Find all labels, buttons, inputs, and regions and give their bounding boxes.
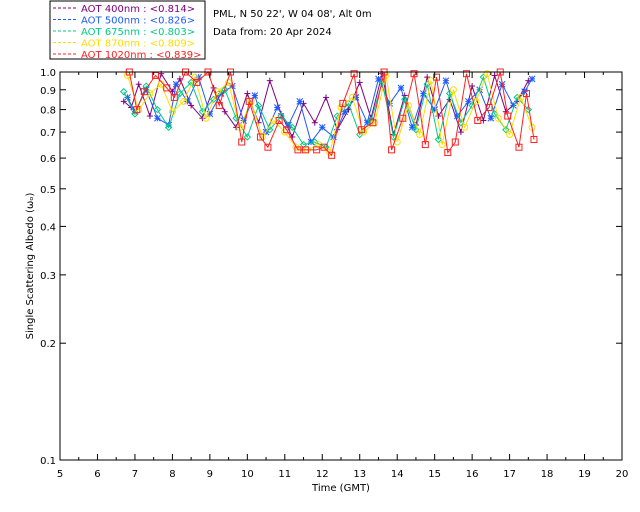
legend-entry: AOT 400nm : <0.814> <box>81 4 195 15</box>
date-label: Data from: 20 Apr 2024 <box>213 27 332 38</box>
chart: 5 6 7 8 9 10 11 12 13 14 15 16 17 18 19 20 0.1 0.2 0.3 0.4 0… <box>25 0 628 494</box>
x-tick-label: 17 <box>503 469 516 480</box>
x-tick-label: 15 <box>428 469 441 480</box>
x-tick-label: 16 <box>466 469 479 480</box>
data-point-plus <box>356 79 363 86</box>
data-point-plus <box>266 77 273 84</box>
plot-frame <box>59 71 623 461</box>
y-tick-label: 0.9 <box>40 86 56 97</box>
x-axis-label: Time (GMT) <box>311 483 370 494</box>
x-tick-label: 12 <box>316 469 329 480</box>
data-point-star <box>397 84 405 92</box>
x-tick-label: 20 <box>616 469 629 480</box>
x-tick-label: 6 <box>94 469 100 480</box>
y-tick-label: 0.3 <box>40 271 56 282</box>
x-tick-label: 5 <box>57 469 63 480</box>
x-tick-label: 9 <box>207 469 213 480</box>
y-tick-label: 1.0 <box>40 68 56 79</box>
x-tick-label: 19 <box>578 469 591 480</box>
legend-entry: AOT 1020nm : <0.839> <box>81 50 201 61</box>
legend-entry: AOT 675nm : <0.803> <box>81 27 195 38</box>
data-point-star <box>273 104 281 111</box>
location-label: PML, N 50 22', W 04 08', Alt 0m <box>213 9 372 20</box>
data-point-plus <box>491 72 498 79</box>
data-point-star <box>318 124 326 131</box>
data-point-plus <box>311 119 318 126</box>
x-tick-label: 7 <box>132 469 138 480</box>
data-point-star <box>172 80 180 88</box>
x-tick-label: 18 <box>541 469 554 480</box>
data-point-star <box>251 92 259 99</box>
data-point-plus <box>424 74 431 81</box>
y-tick-label: 0.5 <box>40 185 56 196</box>
data-point-plus <box>323 94 330 101</box>
series-line <box>123 75 529 148</box>
data-point-plus <box>135 81 142 88</box>
data-point-star <box>296 98 304 105</box>
legend: AOT 400nm : <0.814>AOT 500nm : <0.826>AO… <box>49 0 206 61</box>
x-tick-label: 11 <box>278 469 291 480</box>
series-4 <box>123 70 536 157</box>
y-tick-label: 0.7 <box>40 128 56 139</box>
y-tick-label: 0.2 <box>40 339 56 350</box>
y-tick-label: 0.8 <box>40 106 56 117</box>
y-axis-label: Single Scattering Albedo (ωₒ) <box>25 193 36 340</box>
data-point-plus <box>480 117 487 124</box>
data-point-star <box>442 77 450 84</box>
legend-entry: AOT 870nm : <0.809> <box>81 39 195 50</box>
legend-entry: AOT 500nm : <0.826> <box>81 16 195 27</box>
data-point-plus <box>146 113 153 120</box>
x-tick-label: 8 <box>169 469 175 480</box>
data-point-plus <box>244 90 251 97</box>
y-tick-label: 0.1 <box>40 456 56 467</box>
data-point-star <box>487 114 495 122</box>
data-point-star <box>154 114 161 122</box>
data-point-star <box>528 75 536 83</box>
axes: 5 6 7 8 9 10 11 12 13 14 15 16 17 18 19 20 0.1 0.2 0.3 0.4 0… <box>40 68 628 480</box>
x-tick-label: 13 <box>353 469 366 480</box>
x-tick-label: 10 <box>241 469 254 480</box>
y-tick-label: 0.6 <box>40 154 56 165</box>
y-tick-label: 0.4 <box>40 222 56 233</box>
x-tick-label: 14 <box>391 469 404 480</box>
series-group <box>119 68 538 159</box>
